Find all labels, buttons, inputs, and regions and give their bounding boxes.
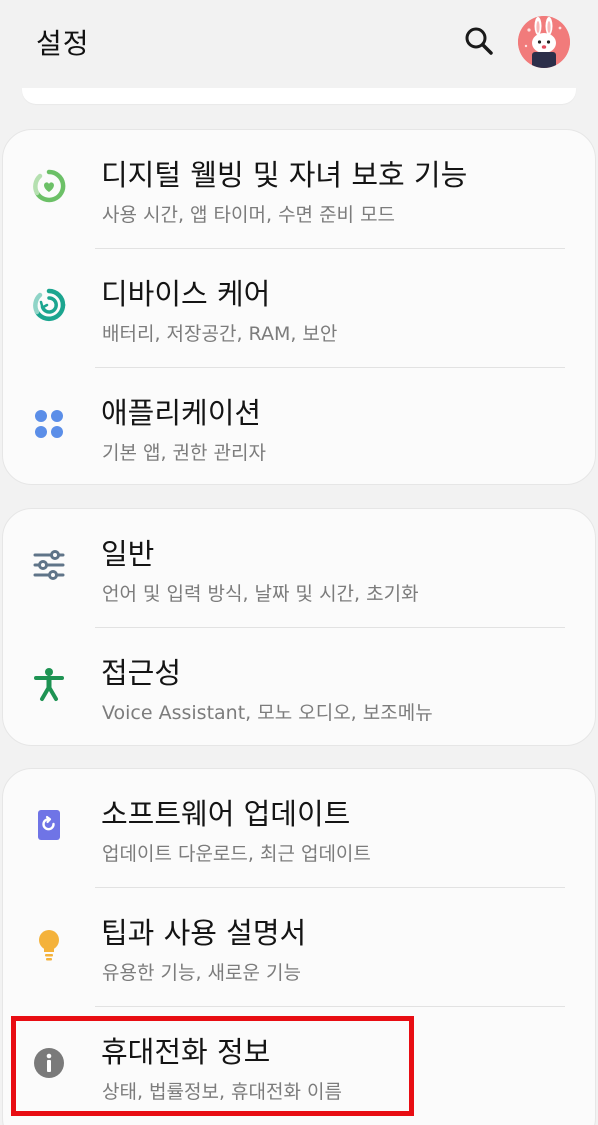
digital-wellbeing-icon <box>31 168 67 204</box>
software-update-icon <box>31 807 67 843</box>
highlight-box <box>11 1016 414 1116</box>
bunny-avatar-icon[interactable] <box>518 16 570 68</box>
sliders-icon <box>31 547 67 583</box>
item-subtitle: 사용 시간, 앱 타이머, 수면 준비 모드 <box>102 204 396 226</box>
settings-item-apps[interactable]: 애플리케이션 기본 앱, 권한 관리자 <box>3 368 597 486</box>
device-care-icon <box>31 287 67 323</box>
settings-item-general[interactable]: 일반 언어 및 입력 방식, 날짜 및 시간, 초기화 <box>3 509 597 627</box>
settings-screen: 설정 디지털 웰빙 및 자녀 보호 기능 사용 시간, 앱 타이머, 수면 준비… <box>0 0 598 1125</box>
settings-item-tips[interactable]: 팁과 사용 설명서 유용한 기능, 새로운 기능 <box>3 888 597 1006</box>
item-subtitle: Voice Assistant, 모노 오디오, 보조메뉴 <box>102 702 433 724</box>
settings-group-1: 디지털 웰빙 및 자녀 보호 기능 사용 시간, 앱 타이머, 수면 준비 모드… <box>2 129 596 485</box>
item-title: 디바이스 케어 <box>101 277 271 311</box>
lightbulb-icon <box>31 926 67 962</box>
item-title: 소프트웨어 업데이트 <box>101 797 351 831</box>
accessibility-icon <box>31 666 67 702</box>
item-subtitle: 유용한 기능, 새로운 기능 <box>102 962 301 984</box>
item-title: 디지털 웰빙 및 자녀 보호 기능 <box>101 158 468 192</box>
item-title: 접근성 <box>101 656 182 690</box>
item-subtitle: 기본 앱, 권한 관리자 <box>102 442 266 464</box>
item-subtitle: 언어 및 입력 방식, 날짜 및 시간, 초기화 <box>102 583 419 605</box>
item-subtitle: 배터리, 저장공간, RAM, 보안 <box>102 323 338 345</box>
settings-item-device-care[interactable]: 디바이스 케어 배터리, 저장공간, RAM, 보안 <box>3 249 597 367</box>
apps-icon <box>31 406 67 442</box>
previous-card-edge <box>22 88 576 104</box>
app-header: 설정 <box>0 0 598 86</box>
settings-item-accessibility[interactable]: 접근성 Voice Assistant, 모노 오디오, 보조메뉴 <box>3 628 597 746</box>
settings-item-software-update[interactable]: 소프트웨어 업데이트 업데이트 다운로드, 최근 업데이트 <box>3 769 597 887</box>
item-title: 일반 <box>101 537 155 571</box>
item-title: 애플리케이션 <box>101 396 262 430</box>
item-subtitle: 업데이트 다운로드, 최근 업데이트 <box>102 843 371 865</box>
settings-group-2: 일반 언어 및 입력 방식, 날짜 및 시간, 초기화 접근성 Voice As… <box>2 508 596 746</box>
search-icon[interactable] <box>462 24 496 58</box>
settings-item-digital-wellbeing[interactable]: 디지털 웰빙 및 자녀 보호 기능 사용 시간, 앱 타이머, 수면 준비 모드 <box>3 130 597 248</box>
page-title: 설정 <box>36 27 90 60</box>
item-title: 팁과 사용 설명서 <box>101 916 307 950</box>
